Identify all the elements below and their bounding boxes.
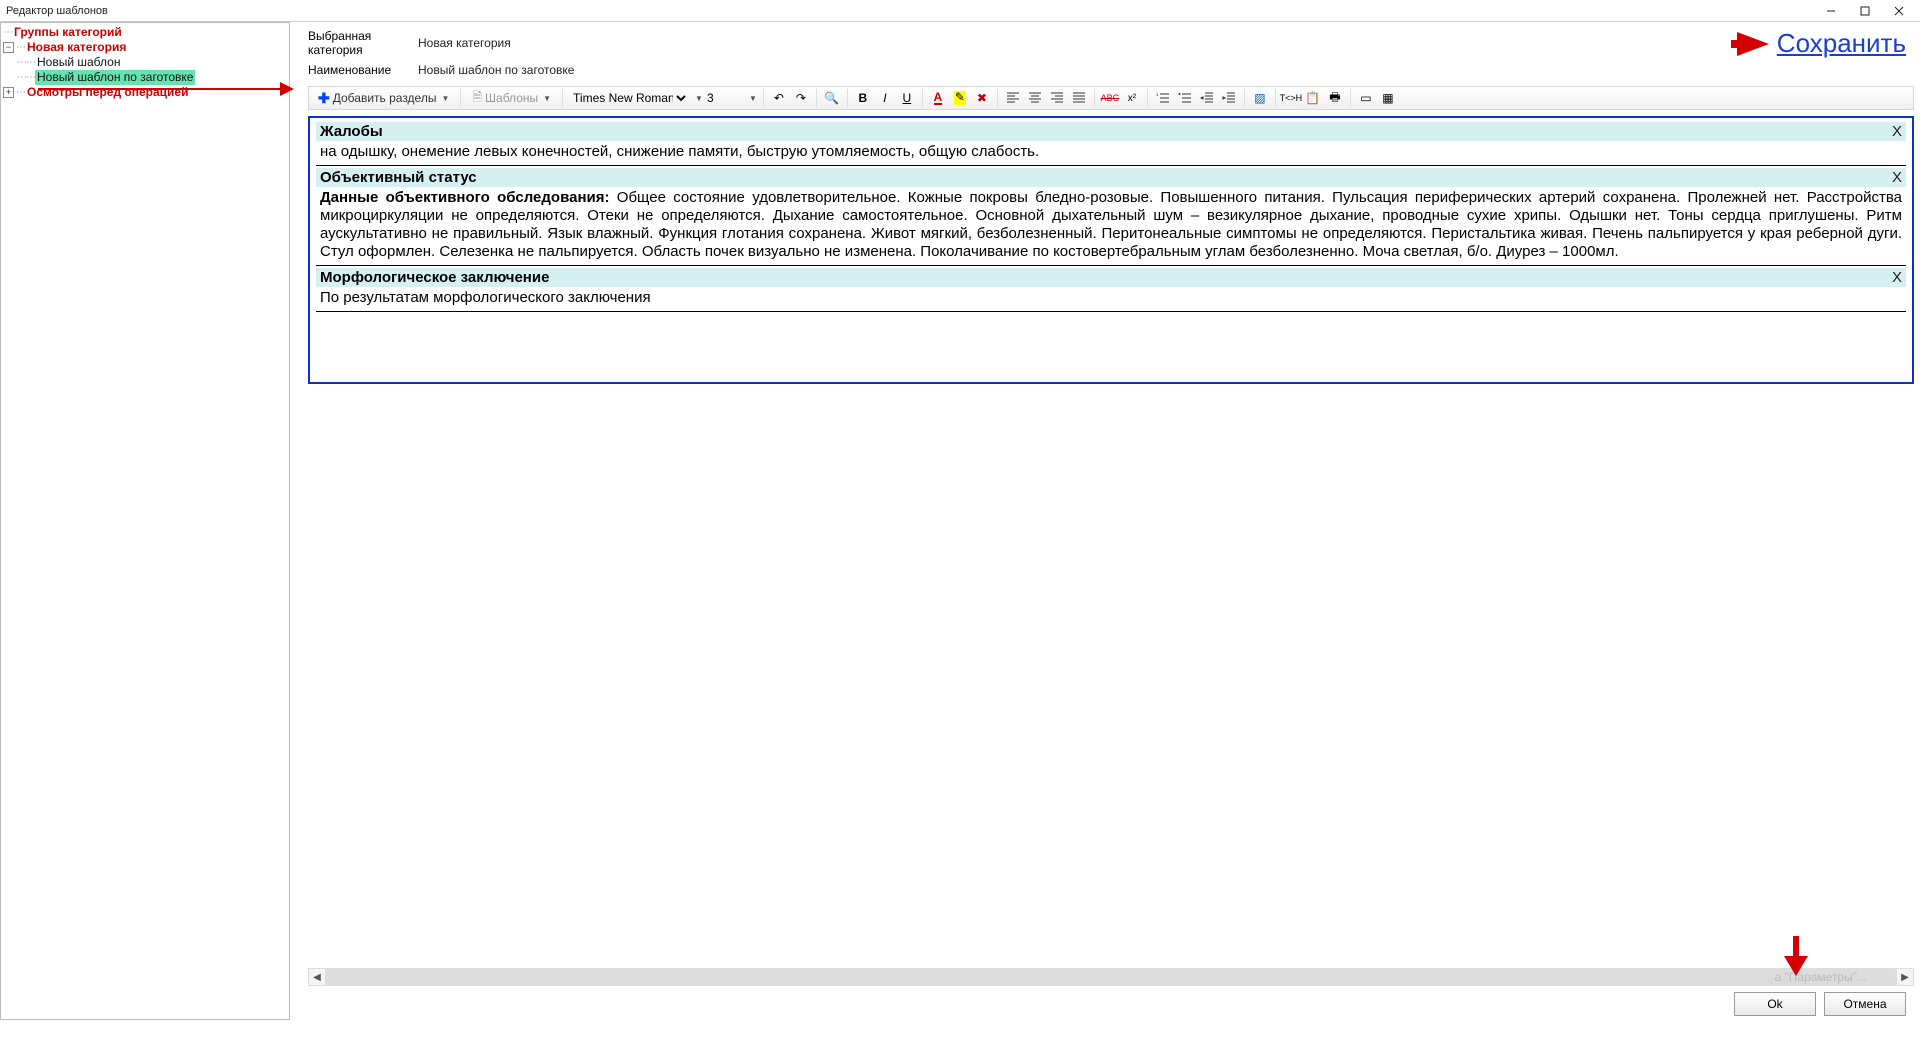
- save-link[interactable]: Сохранить: [1737, 28, 1906, 59]
- scroll-left-button[interactable]: ◀: [308, 968, 326, 986]
- section-morphology: Морфологическое заключение X По результа…: [316, 268, 1906, 312]
- outdent-button[interactable]: [1198, 89, 1216, 107]
- scroll-track[interactable]: а "Параметры"...: [326, 968, 1896, 986]
- save-link-text[interactable]: Сохранить: [1777, 28, 1906, 59]
- align-center-button[interactable]: [1026, 89, 1044, 107]
- section-objective: Объективный статус X Данные объективного…: [316, 168, 1906, 266]
- selected-category-label: Выбранная категория: [308, 29, 418, 57]
- add-sections-label: Добавить разделы: [333, 91, 437, 105]
- tree-expand-icon[interactable]: +: [3, 87, 14, 98]
- font-color-button[interactable]: A: [929, 89, 947, 107]
- align-right-button[interactable]: [1048, 89, 1066, 107]
- tree-item-template[interactable]: Новый шаблон: [35, 55, 122, 70]
- section-body[interactable]: Данные объективного обследования: Общее …: [316, 187, 1906, 266]
- section-title: Объективный статус: [320, 169, 477, 186]
- name-label: Наименование: [308, 63, 418, 77]
- bold-button[interactable]: B: [854, 89, 872, 107]
- name-value[interactable]: Новый шаблон по заготовке: [418, 63, 574, 77]
- insert-image-button[interactable]: ▨: [1251, 89, 1269, 107]
- templates-button[interactable]: 🗎 Шаблоны ▼: [467, 88, 556, 108]
- superscript-button[interactable]: x²: [1123, 89, 1141, 107]
- section-title: Жалобы: [320, 123, 383, 140]
- templates-icon: 🗎: [472, 88, 482, 109]
- find-button[interactable]: 🔍: [823, 89, 841, 107]
- section-lead: Данные объективного обследования:: [320, 189, 609, 206]
- templates-label: Шаблоны: [485, 91, 538, 105]
- align-left-button[interactable]: [1004, 89, 1022, 107]
- section-close-button[interactable]: X: [1892, 123, 1902, 140]
- selected-category-value: Новая категория: [418, 36, 511, 50]
- truncated-hint: а "Параметры"...: [1775, 970, 1868, 984]
- insert-table-button[interactable]: ▦: [1379, 89, 1397, 107]
- tree-root[interactable]: Группы категорий: [12, 25, 124, 40]
- highlight-button[interactable]: ✎: [951, 89, 969, 107]
- window-close[interactable]: [1884, 2, 1914, 20]
- underline-button[interactable]: U: [898, 89, 916, 107]
- italic-button[interactable]: I: [876, 89, 894, 107]
- redo-button[interactable]: ↷: [792, 89, 810, 107]
- tree-category[interactable]: Новая категория: [25, 40, 128, 55]
- align-justify-button[interactable]: [1070, 89, 1088, 107]
- section-body[interactable]: По результатам морфологического заключен…: [316, 287, 1906, 312]
- insert-field-button[interactable]: ▭: [1357, 89, 1375, 107]
- undo-button[interactable]: ↶: [770, 89, 788, 107]
- cancel-button[interactable]: Отмена: [1824, 992, 1906, 1016]
- editor-content[interactable]: Жалобы X на одышку, онемение левых конеч…: [308, 116, 1914, 384]
- scroll-thumb[interactable]: [327, 969, 1895, 985]
- caret-down-icon: ▼: [749, 94, 757, 103]
- tree-item-template-by-blank[interactable]: Новый шаблон по заготовке: [35, 70, 195, 85]
- tree-item-preop[interactable]: Осмотры перед операцией: [25, 85, 190, 100]
- window-minimize[interactable]: [1816, 2, 1846, 20]
- svg-text:1: 1: [1156, 92, 1159, 97]
- section-title: Морфологическое заключение: [320, 269, 549, 286]
- unordered-list-button[interactable]: [1176, 89, 1194, 107]
- caret-down-icon: ▼: [695, 94, 703, 103]
- tree-collapse-icon[interactable]: −: [3, 42, 14, 53]
- print-button[interactable]: 🖶: [1326, 89, 1344, 107]
- strike-button[interactable]: ABC: [1101, 89, 1119, 107]
- section-complaints: Жалобы X на одышку, онемение левых конеч…: [316, 122, 1906, 166]
- toggle-html-button[interactable]: T<>H: [1282, 89, 1300, 107]
- clear-format-button[interactable]: ✖: [973, 89, 991, 107]
- editor-toolbar: ✚ Добавить разделы ▼ 🗎 Шаблоны ▼ Times N…: [308, 86, 1914, 110]
- paste-button[interactable]: 📋: [1304, 89, 1322, 107]
- font-size-input[interactable]: [707, 91, 743, 105]
- section-close-button[interactable]: X: [1892, 169, 1902, 186]
- template-tree[interactable]: ⋯ Группы категорий − ⋯ Новая категория ⋯…: [0, 22, 290, 1020]
- ok-button[interactable]: Ok: [1734, 992, 1816, 1016]
- font-family-select[interactable]: Times New Roman: [569, 90, 689, 106]
- editor-panel: Выбранная категория Новая категория Наим…: [290, 22, 1920, 1020]
- plus-icon: ✚: [318, 90, 330, 107]
- caret-down-icon: ▼: [543, 94, 551, 103]
- scroll-right-button[interactable]: ▶: [1896, 968, 1914, 986]
- titlebar: Редактор шаблонов: [0, 0, 1920, 22]
- window-maximize[interactable]: [1850, 2, 1880, 20]
- horizontal-scrollbar[interactable]: ◀ а "Параметры"... ▶: [308, 968, 1914, 986]
- section-body[interactable]: на одышку, онемение левых конечностей, с…: [316, 141, 1906, 166]
- dialog-buttons: Ok Отмена: [308, 986, 1914, 1020]
- caret-down-icon: ▼: [441, 94, 449, 103]
- ordered-list-button[interactable]: 1: [1154, 89, 1172, 107]
- add-sections-button[interactable]: ✚ Добавить разделы ▼: [313, 88, 454, 108]
- window-title: Редактор шаблонов: [6, 5, 108, 17]
- section-close-button[interactable]: X: [1892, 269, 1902, 286]
- arrow-right-icon: [1737, 32, 1769, 56]
- indent-button[interactable]: [1220, 89, 1238, 107]
